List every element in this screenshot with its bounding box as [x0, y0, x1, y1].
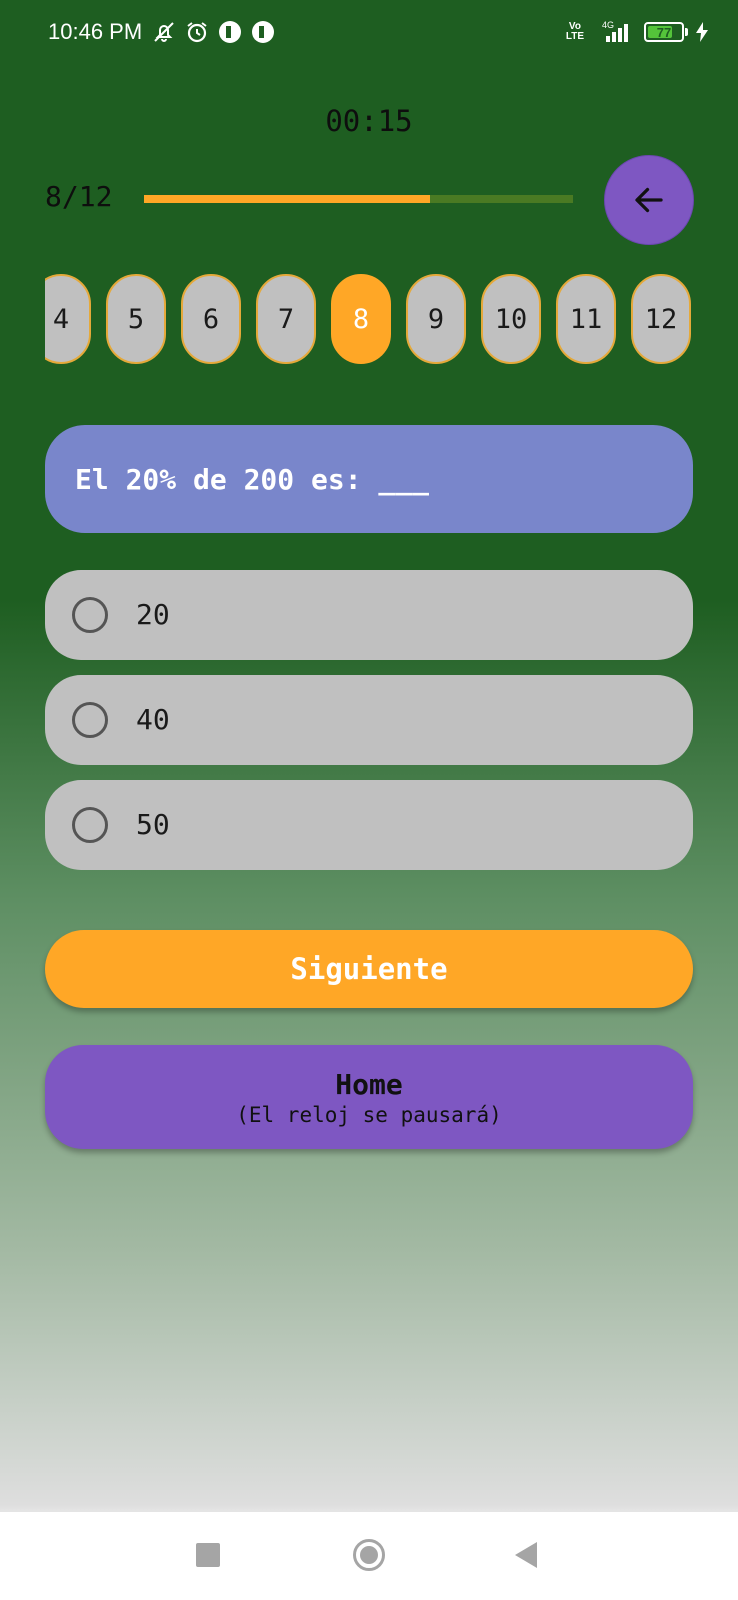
battery-cap: [685, 28, 688, 36]
question-number-row: 4 5 6 7 8 9 10 11 12: [45, 274, 691, 364]
volte-icon: Vo LTE: [566, 22, 584, 42]
option-label: 40: [136, 703, 170, 736]
status-bar: 10:46 PM Vo LTE 4G 77: [0, 0, 738, 68]
question-number-pill[interactable]: 5: [106, 274, 166, 364]
question-number-pill[interactable]: 4: [45, 274, 91, 364]
option-label: 20: [136, 598, 170, 631]
recent-apps-icon[interactable]: [196, 1543, 220, 1567]
alarm-icon: [187, 22, 207, 43]
radio-button[interactable]: [72, 702, 108, 738]
app-notification-icon: [219, 21, 241, 43]
option-2[interactable]: 40: [45, 675, 693, 765]
app-notification-icon: [252, 21, 274, 43]
next-button[interactable]: Siguiente: [45, 930, 693, 1008]
quiz-timer: 00:15: [325, 104, 413, 138]
question-number-pill[interactable]: 11: [556, 274, 616, 364]
arrow-left-icon: [635, 187, 663, 213]
battery-icon: 77: [644, 22, 684, 42]
progress-bar-fill: [144, 195, 431, 203]
back-button[interactable]: [604, 155, 694, 245]
home-button-title: Home: [335, 1067, 403, 1101]
volte-line2: LTE: [565, 31, 584, 42]
question-number-pill[interactable]: 6: [181, 274, 241, 364]
progress-count: 8/12: [45, 180, 113, 213]
progress-bar: [144, 195, 573, 203]
option-3[interactable]: 50: [45, 780, 693, 870]
question-number-pill[interactable]: 10: [481, 274, 541, 364]
status-time: 10:46 PM: [48, 19, 143, 44]
question-number-pill[interactable]: 12: [631, 274, 691, 364]
question-number-pill[interactable]: 9: [406, 274, 466, 364]
battery-level: 77: [656, 24, 672, 40]
question-number-pill[interactable]: 8: [331, 274, 391, 364]
question-text: El 20% de 200 es: ___: [75, 462, 430, 496]
radio-button[interactable]: [72, 807, 108, 843]
home-button-subtitle: (El reloj se pausará): [236, 1102, 502, 1127]
system-nav-bar: [0, 1512, 738, 1600]
option-1[interactable]: 20: [45, 570, 693, 660]
question-number-pill[interactable]: 7: [256, 274, 316, 364]
system-icons: Vo LTE 4G 77: [566, 20, 708, 44]
radio-button[interactable]: [72, 597, 108, 633]
notification-icons: [152, 20, 275, 44]
option-label: 50: [136, 808, 170, 841]
question-card: El 20% de 200 es: ___: [45, 425, 693, 533]
mute-icon: [154, 22, 174, 42]
signal-icon: 4G: [602, 20, 628, 42]
home-button[interactable]: Home (El reloj se pausará): [45, 1045, 693, 1149]
question-number-strip[interactable]: 4 5 6 7 8 9 10 11 12: [45, 274, 693, 366]
charging-bolt-icon: [696, 22, 708, 42]
svg-text:4G: 4G: [602, 20, 614, 30]
next-button-label: Siguiente: [290, 952, 448, 986]
back-triangle-icon[interactable]: [515, 1542, 537, 1568]
home-circle-icon[interactable]: [353, 1539, 385, 1571]
